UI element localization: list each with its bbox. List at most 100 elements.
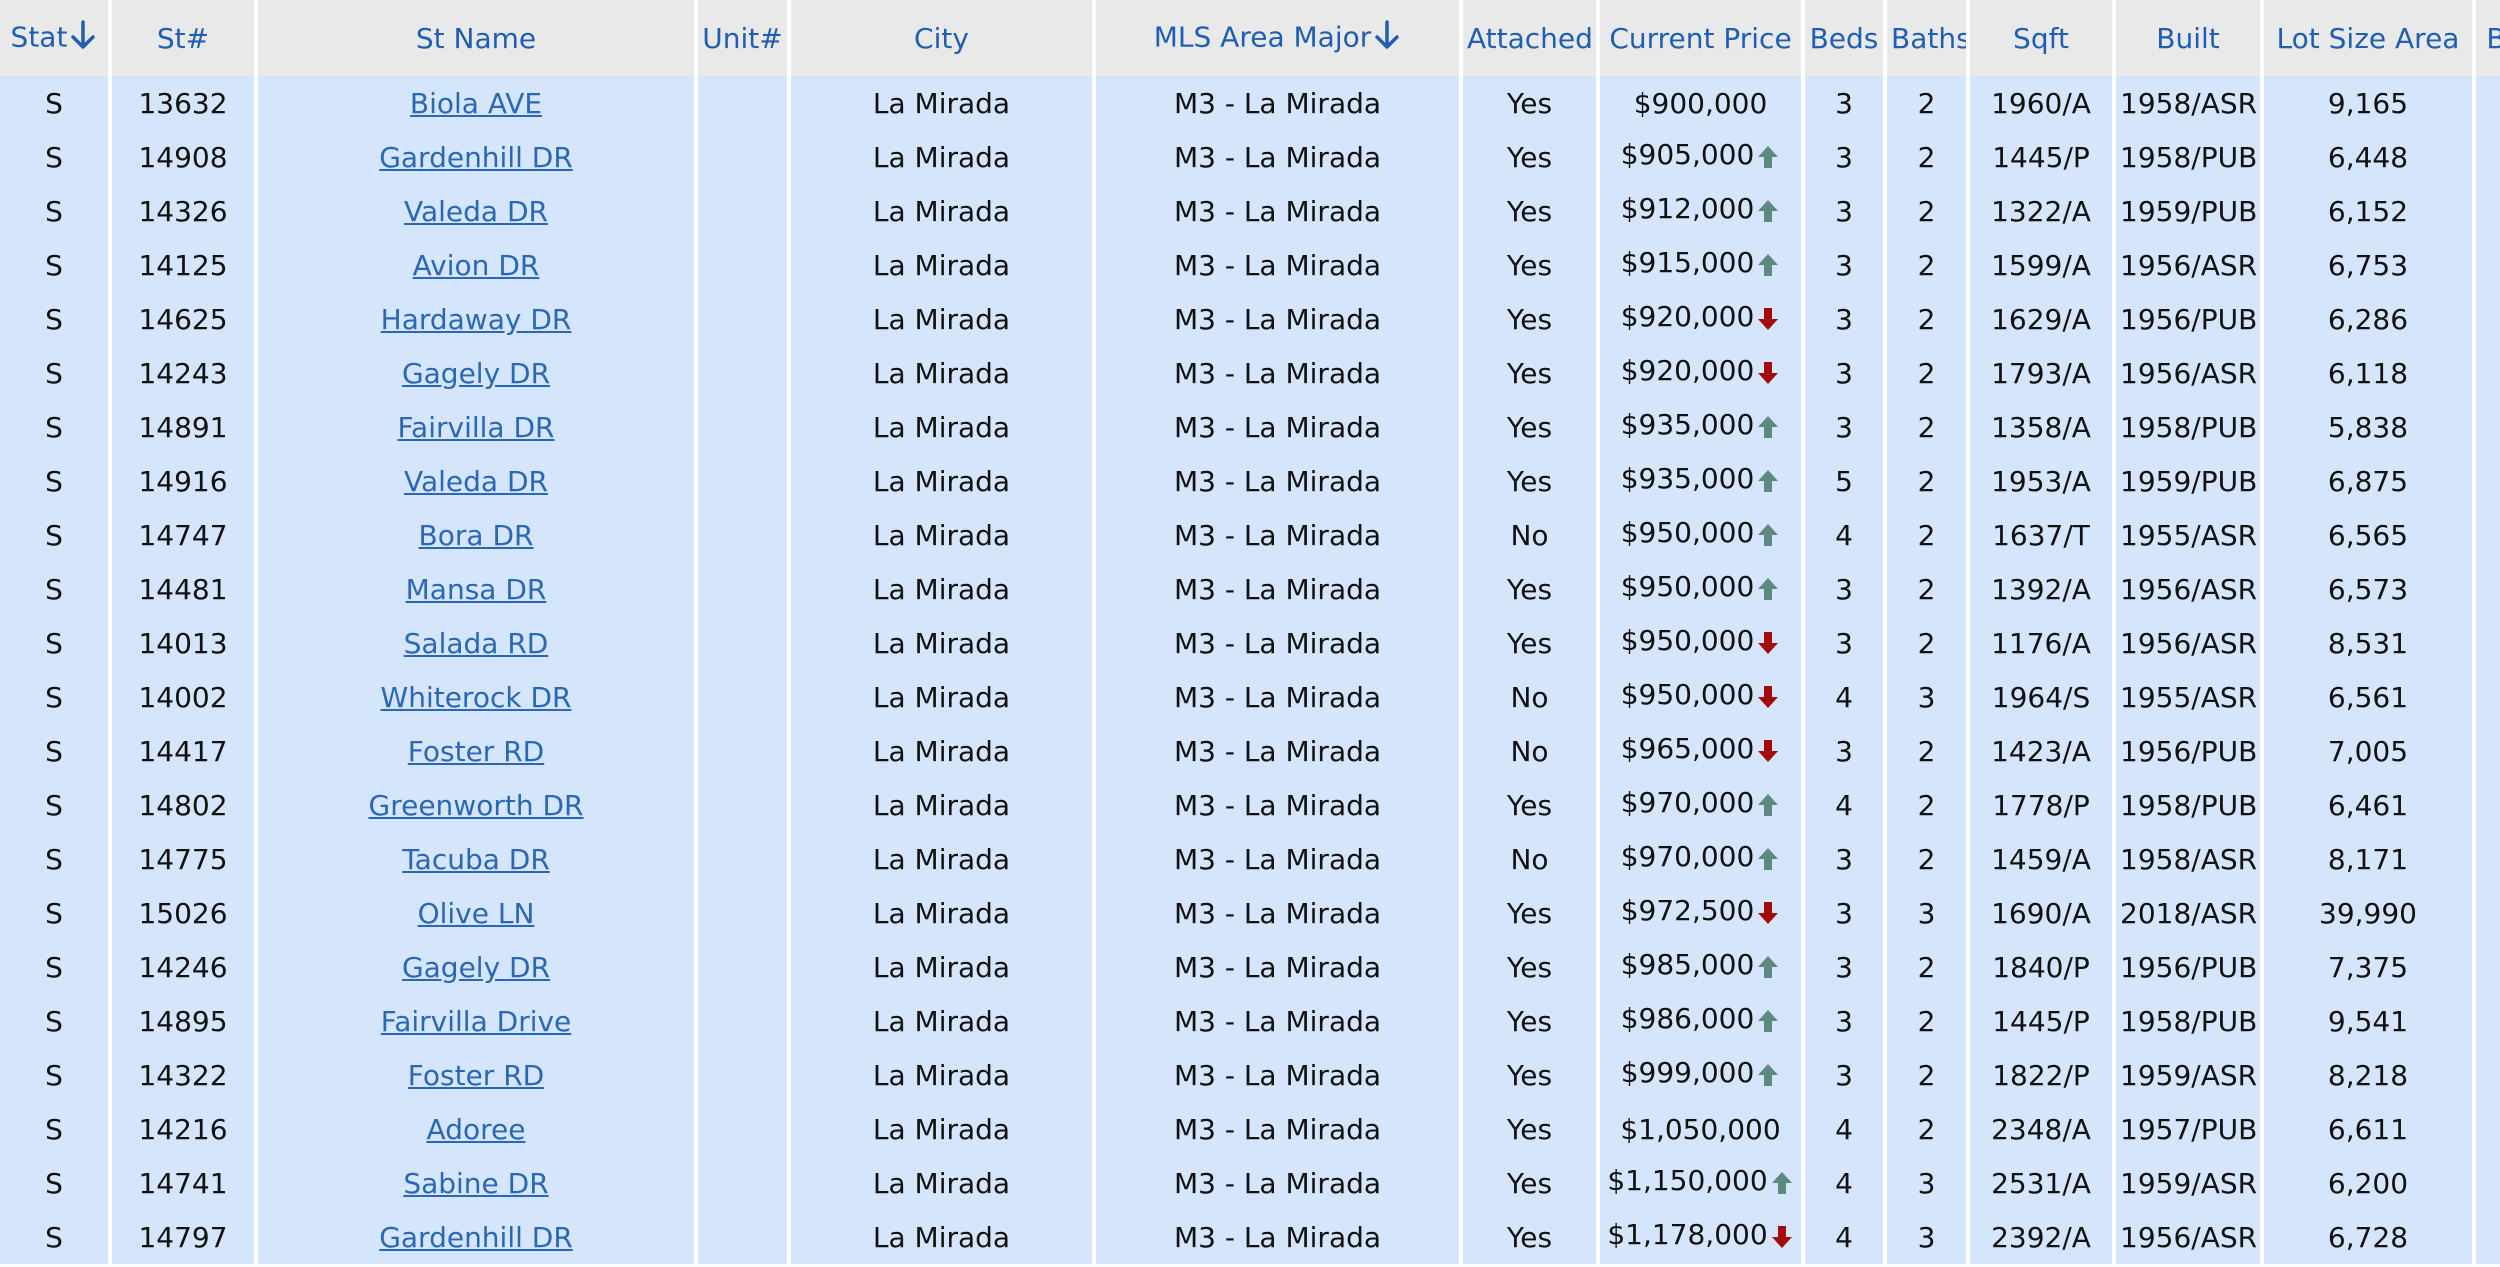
table-row[interactable]: S 14747 Bora DR La Mirada M3 - La Mirada No $9… (0, 508, 2500, 562)
street-name-link[interactable]: Whiterock DR (258, 670, 698, 724)
table-row[interactable]: S 14417 Foster RD La Mirada M3 - La Mirada No… (0, 724, 2500, 778)
table-row[interactable]: S 14908 Gardenhill DR La Mirada M3 - La Mira… (0, 130, 2500, 184)
mls-area-cell: M3 - La Mirada (1096, 1048, 1463, 1102)
street-name-link[interactable]: Biola AVE (258, 76, 698, 130)
street-name-link[interactable]: Bora DR (258, 508, 698, 562)
street-name-link-text[interactable]: Gagely DR (402, 357, 550, 390)
table-row[interactable]: S 14797 Gardenhill DR La Mirada M3 - La Mira… (0, 1210, 2500, 1264)
mls-area-cell: M3 - La Mirada (1096, 76, 1463, 130)
street-name-link[interactable]: Valeda DR (258, 454, 698, 508)
table-row[interactable]: S 14013 Salada RD La Mirada M3 - La Mirada Ye… (0, 616, 2500, 670)
lot-size-cell: 6,461 (2264, 778, 2476, 832)
column-header-st-num[interactable]: St# (112, 0, 258, 76)
column-header-stat[interactable]: Stat (0, 0, 112, 76)
street-name-link-text[interactable]: Greenworth DR (369, 789, 584, 822)
column-header-baths[interactable]: Baths (1887, 0, 1970, 76)
table-row[interactable]: S 15026 Olive LN La Mirada M3 - La Mirada Yes… (0, 886, 2500, 940)
table-row[interactable]: S 14741 Sabine DR La Mirada M3 - La Mirada Ye… (0, 1156, 2500, 1210)
stat-cell: S (0, 76, 112, 130)
street-name-link[interactable]: Gardenhill DR (258, 1210, 698, 1264)
street-name-link[interactable]: Fairvilla DR (258, 400, 698, 454)
street-name-link[interactable]: Hardaway DR (258, 292, 698, 346)
partial-cell (2476, 1048, 2500, 1102)
table-row[interactable]: S 14625 Hardaway DR La Mirada M3 - La Mirada… (0, 292, 2500, 346)
attached-cell: No (1463, 670, 1600, 724)
table-row[interactable]: S 14243 Gagely DR La Mirada M3 - La Mirada Ye… (0, 346, 2500, 400)
stat-cell: S (0, 238, 112, 292)
column-header-lot-size-area[interactable]: Lot Size Area (2264, 0, 2476, 76)
street-name-link[interactable]: Tacuba DR (258, 832, 698, 886)
table-row[interactable]: S 14002 Whiterock DR La Mirada M3 - La Mirad… (0, 670, 2500, 724)
table-row[interactable]: S 14322 Foster RD La Mirada M3 - La Mirada Ye… (0, 1048, 2500, 1102)
column-header-built[interactable]: Built (2116, 0, 2264, 76)
column-header-mls-area[interactable]: MLS Area Major (1096, 0, 1463, 76)
street-name-link-text[interactable]: Salada RD (404, 627, 549, 660)
table-row[interactable]: S 14891 Fairvilla DR La Mirada M3 - La Mirad… (0, 400, 2500, 454)
street-name-link-text[interactable]: Mansa DR (406, 573, 547, 606)
street-name-link[interactable]: Gagely DR (258, 346, 698, 400)
street-name-link[interactable]: Gagely DR (258, 940, 698, 994)
column-header-unit[interactable]: Unit# (698, 0, 791, 76)
sqft-cell: 1953/A (1970, 454, 2116, 508)
street-name-link[interactable]: Sabine DR (258, 1156, 698, 1210)
table-row[interactable]: S 14125 Avion DR La Mirada M3 - La Mirada Yes… (0, 238, 2500, 292)
street-name-link[interactable]: Gardenhill DR (258, 130, 698, 184)
street-name-link-text[interactable]: Gardenhill DR (379, 1221, 573, 1254)
street-name-link-text[interactable]: Valeda DR (404, 195, 548, 228)
table-row[interactable]: S 14916 Valeda DR La Mirada M3 - La Mirada Ye… (0, 454, 2500, 508)
street-name-link[interactable]: Salada RD (258, 616, 698, 670)
street-name-link[interactable]: Foster RD (258, 1048, 698, 1102)
table-row[interactable]: S 14326 Valeda DR La Mirada M3 - La Mirada Ye… (0, 184, 2500, 238)
sort-down-arrow-icon[interactable] (69, 19, 97, 58)
street-name-link-text[interactable]: Olive LN (418, 897, 535, 930)
column-header-partial[interactable]: B (2476, 0, 2500, 76)
street-name-link-text[interactable]: Fairvilla Drive (381, 1005, 572, 1038)
column-header-sqft[interactable]: Sqft (1970, 0, 2116, 76)
table-row[interactable]: S 14802 Greenworth DR La Mirada M3 - La Mira… (0, 778, 2500, 832)
street-name-link[interactable]: Foster RD (258, 724, 698, 778)
column-header-beds[interactable]: Beds (1805, 0, 1887, 76)
street-name-link-text[interactable]: Whiterock DR (381, 681, 572, 714)
street-name-link-text[interactable]: Foster RD (408, 1059, 544, 1092)
column-header-attached[interactable]: Attached (1463, 0, 1600, 76)
street-name-link-text[interactable]: Hardaway DR (381, 303, 572, 336)
table-row[interactable]: S 14775 Tacuba DR La Mirada M3 - La Mirada No… (0, 832, 2500, 886)
street-name-link-text[interactable]: Valeda DR (404, 465, 548, 498)
street-name-link-text[interactable]: Foster RD (408, 735, 544, 768)
street-number-cell: 14747 (112, 508, 258, 562)
lot-size-cell: 6,611 (2264, 1102, 2476, 1156)
table-row[interactable]: S 13632 Biola AVE La Mirada M3 - La Mirada Ye… (0, 76, 2500, 130)
column-header-city[interactable]: City (791, 0, 1096, 76)
street-name-link[interactable]: Fairvilla Drive (258, 994, 698, 1048)
column-header-current-price[interactable]: Current Price (1600, 0, 1805, 76)
street-name-link-text[interactable]: Fairvilla DR (398, 411, 555, 444)
street-name-link[interactable]: Olive LN (258, 886, 698, 940)
column-header-st-name[interactable]: St Name (258, 0, 698, 76)
street-name-link-text[interactable]: Avion DR (413, 249, 540, 282)
table-row[interactable]: S 14246 Gagely DR La Mirada M3 - La Mirada Ye… (0, 940, 2500, 994)
table-row[interactable]: S 14481 Mansa DR La Mirada M3 - La Mirada Yes… (0, 562, 2500, 616)
lot-size-cell: 6,448 (2264, 130, 2476, 184)
street-name-link-text[interactable]: Tacuba DR (402, 843, 550, 876)
beds-cell: 3 (1805, 616, 1887, 670)
street-name-link[interactable]: Greenworth DR (258, 778, 698, 832)
partial-cell (2476, 400, 2500, 454)
table-row[interactable]: S 14216 Adoree La Mirada M3 - La Mirada Yes $1… (0, 1102, 2500, 1156)
city-cell: La Mirada (791, 886, 1096, 940)
street-name-link-text[interactable]: Bora DR (419, 519, 534, 552)
unit-cell (698, 76, 791, 130)
street-name-link[interactable]: Valeda DR (258, 184, 698, 238)
street-name-link-text[interactable]: Sabine DR (403, 1167, 548, 1200)
price-up-arrow-icon (1756, 198, 1780, 231)
street-name-link[interactable]: Avion DR (258, 238, 698, 292)
baths-cell: 3 (1887, 670, 1970, 724)
street-name-link-text[interactable]: Gagely DR (402, 951, 550, 984)
street-name-link[interactable]: Mansa DR (258, 562, 698, 616)
street-name-link-text[interactable]: Gardenhill DR (379, 141, 573, 174)
sort-down-arrow-icon[interactable] (1373, 19, 1401, 58)
partial-cell (2476, 670, 2500, 724)
street-name-link[interactable]: Adoree (258, 1102, 698, 1156)
street-name-link-text[interactable]: Adoree (427, 1113, 526, 1146)
street-name-link-text[interactable]: Biola AVE (410, 87, 542, 120)
table-row[interactable]: S 14895 Fairvilla Drive La Mirada M3 - La Mi… (0, 994, 2500, 1048)
